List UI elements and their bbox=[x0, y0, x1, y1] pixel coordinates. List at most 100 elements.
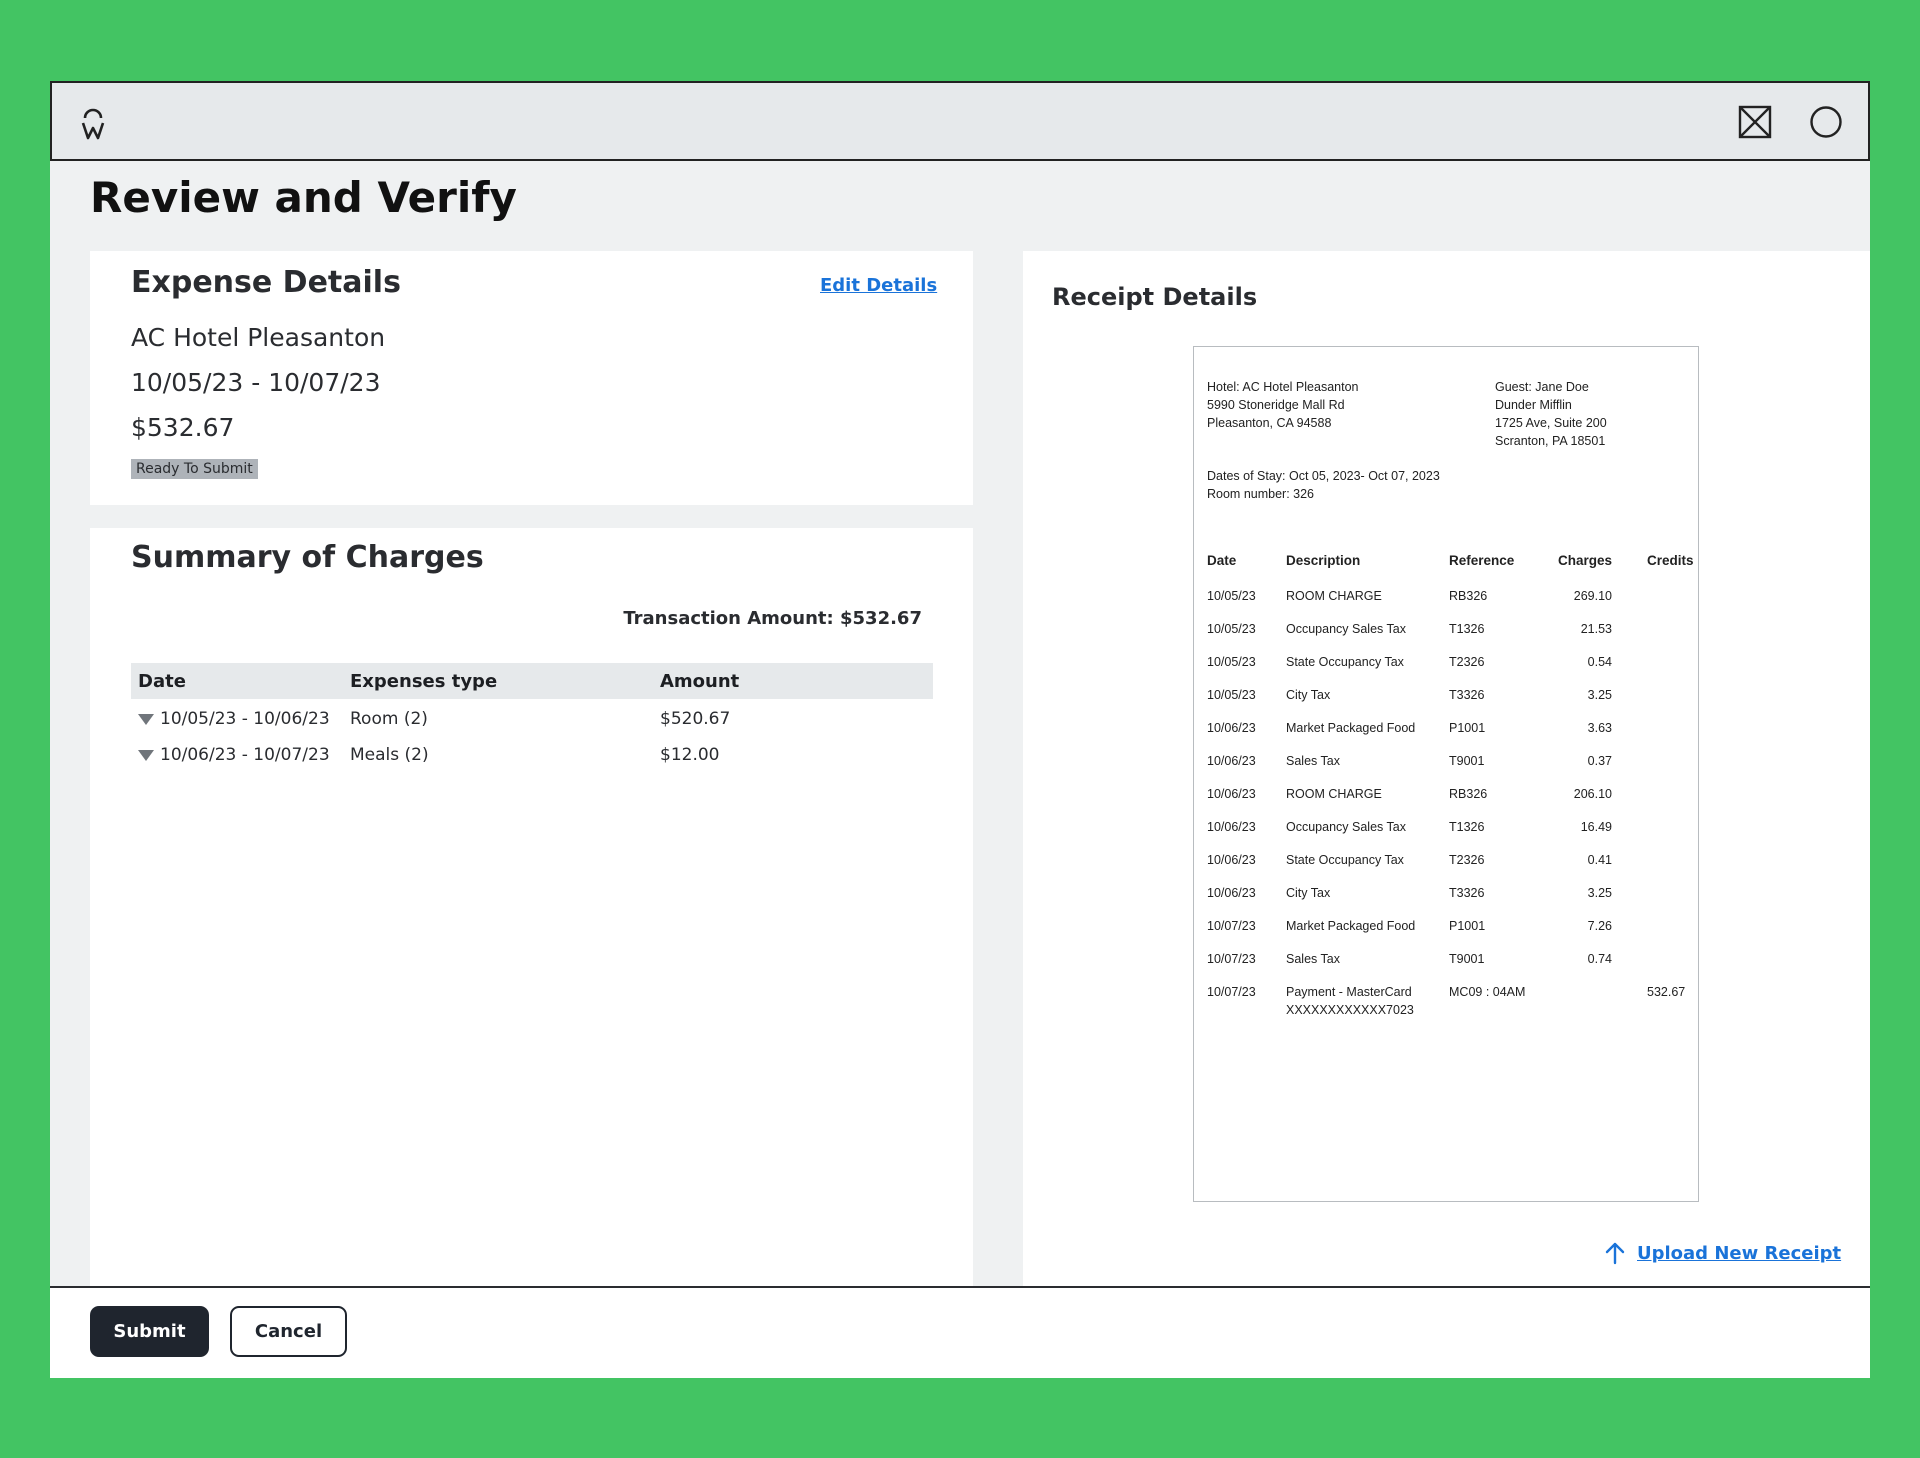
receipt-ref: RB326 bbox=[1449, 589, 1488, 603]
receipt-ref: T3326 bbox=[1449, 886, 1485, 900]
receipt-row: 10/07/23 Market Packaged Food P1001 7.26 bbox=[1207, 917, 1687, 947]
receipt-date: 10/07/23 bbox=[1207, 919, 1256, 933]
summary-table-header: Date Expenses type Amount bbox=[131, 663, 933, 699]
guest-line: Guest: Jane Doe bbox=[1495, 380, 1589, 394]
expense-amount: $532.67 bbox=[131, 413, 235, 442]
receipt-document: Hotel: AC Hotel Pleasanton 5990 Stonerid… bbox=[1193, 346, 1699, 1202]
receipt-ref: T2326 bbox=[1449, 655, 1485, 669]
expand-caret-icon[interactable] bbox=[138, 714, 154, 725]
title-bar bbox=[50, 81, 1870, 161]
receipt-col-credits: Credits bbox=[1647, 553, 1694, 568]
receipt-charges: 0.37 bbox=[1587, 754, 1612, 768]
guest-line: 1725 Ave, Suite 200 bbox=[1495, 416, 1607, 430]
receipt-desc: State Occupancy Tax bbox=[1286, 655, 1404, 669]
circle-icon[interactable] bbox=[1809, 105, 1843, 139]
receipt-date: 10/05/23 bbox=[1207, 655, 1256, 669]
expense-details-heading: Expense Details bbox=[131, 265, 401, 300]
receipt-ref: T3326 bbox=[1449, 688, 1485, 702]
row-amount: $12.00 bbox=[660, 745, 720, 765]
guest-line: Scranton, PA 18501 bbox=[1495, 434, 1606, 448]
receipt-date: 10/05/23 bbox=[1207, 688, 1256, 702]
receipt-charges: 3.25 bbox=[1587, 886, 1612, 900]
receipt-row: 10/06/23 State Occupancy Tax T2326 0.41 bbox=[1207, 851, 1687, 881]
receipt-row: 10/07/23 Sales Tax T9001 0.74 bbox=[1207, 950, 1687, 980]
stay-line: Room number: 326 bbox=[1207, 487, 1315, 501]
upload-receipt-link[interactable]: Upload New Receipt bbox=[1603, 1241, 1841, 1265]
row-type: Meals (2) bbox=[350, 745, 429, 765]
receipt-row: 10/06/23 Occupancy Sales Tax T1326 16.49 bbox=[1207, 818, 1687, 848]
upload-receipt-label[interactable]: Upload New Receipt bbox=[1637, 1243, 1841, 1264]
receipt-date: 10/05/23 bbox=[1207, 589, 1256, 603]
table-row[interactable]: 10/06/23 - 10/07/23 Meals (2) $12.00 bbox=[131, 737, 933, 773]
col-header-expenses-type: Expenses type bbox=[350, 671, 498, 692]
receipt-row: 10/07/23 Payment - MasterCard XXXXXXXXXX… bbox=[1207, 983, 1687, 1023]
receipt-desc: Occupancy Sales Tax bbox=[1286, 622, 1406, 636]
receipt-desc: State Occupancy Tax bbox=[1286, 853, 1404, 867]
receipt-details-heading: Receipt Details bbox=[1052, 283, 1258, 311]
receipt-desc: City Tax bbox=[1286, 886, 1331, 900]
receipt-date: 10/06/23 bbox=[1207, 853, 1256, 867]
w-logo-icon bbox=[81, 108, 105, 140]
receipt-desc: Market Packaged Food bbox=[1286, 721, 1416, 735]
arrow-up-icon bbox=[1605, 1242, 1625, 1265]
hotel-line: Pleasanton, CA 94588 bbox=[1207, 416, 1332, 430]
receipt-date: 10/06/23 bbox=[1207, 754, 1256, 768]
receipt-row: 10/05/23 Occupancy Sales Tax T1326 21.53 bbox=[1207, 620, 1687, 650]
hotel-line: 5990 Stoneridge Mall Rd bbox=[1207, 398, 1345, 412]
receipt-desc: City Tax bbox=[1286, 688, 1331, 702]
receipt-charges: 7.26 bbox=[1587, 919, 1612, 933]
expand-caret-icon[interactable] bbox=[138, 750, 154, 761]
receipt-ref: P1001 bbox=[1449, 721, 1486, 735]
guest-line: Dunder Mifflin bbox=[1495, 398, 1572, 412]
col-header-amount: Amount bbox=[660, 671, 740, 692]
receipt-col-charges: Charges bbox=[1557, 553, 1612, 568]
receipt-desc: Payment - MasterCard bbox=[1286, 985, 1412, 999]
receipt-charges: 0.41 bbox=[1587, 853, 1612, 867]
receipt-date: 10/06/23 bbox=[1207, 787, 1256, 801]
edit-details-link[interactable]: Edit Details bbox=[820, 275, 937, 296]
receipt-charges: 21.53 bbox=[1580, 622, 1612, 636]
guest-address: Guest: Jane Doe Dunder Mifflin 1725 Ave,… bbox=[1495, 378, 1607, 450]
receipt-date: 10/06/23 bbox=[1207, 721, 1256, 735]
receipt-date: 10/06/23 bbox=[1207, 886, 1256, 900]
cancel-button[interactable]: Cancel bbox=[230, 1306, 347, 1357]
receipt-row: 10/06/23 City Tax T3326 3.25 bbox=[1207, 884, 1687, 914]
expense-details-card: Expense Details Edit Details AC Hotel Pl… bbox=[90, 251, 973, 505]
receipt-charges: 16.49 bbox=[1580, 820, 1612, 834]
receipt-charges: 0.74 bbox=[1587, 952, 1612, 966]
table-row[interactable]: 10/05/23 - 10/06/23 Room (2) $520.67 bbox=[131, 701, 933, 737]
stay-info: Dates of Stay: Oct 05, 2023- Oct 07, 202… bbox=[1207, 467, 1440, 503]
submit-button[interactable]: Submit bbox=[90, 1306, 209, 1357]
receipt-row: 10/05/23 City Tax T3326 3.25 bbox=[1207, 686, 1687, 716]
summary-card: Summary of Charges Transaction Amount: $… bbox=[90, 528, 973, 1298]
receipt-ref: T1326 bbox=[1449, 820, 1485, 834]
receipt-row: 10/06/23 Sales Tax T9001 0.37 bbox=[1207, 752, 1687, 782]
receipt-ref: T2326 bbox=[1449, 853, 1485, 867]
row-amount: $520.67 bbox=[660, 709, 731, 729]
receipt-row: 10/06/23 ROOM CHARGE RB326 206.10 bbox=[1207, 785, 1687, 815]
receipt-desc: Occupancy Sales Tax bbox=[1286, 820, 1406, 834]
receipt-charges: 0.54 bbox=[1587, 655, 1612, 669]
app-window: Review and Verify Expense Details Edit D… bbox=[50, 81, 1870, 1378]
receipt-charges: 269.10 bbox=[1573, 589, 1612, 603]
receipt-desc: ROOM CHARGE bbox=[1286, 589, 1382, 603]
receipt-charges: 3.63 bbox=[1587, 721, 1612, 735]
receipt-col-date: Date bbox=[1207, 553, 1237, 568]
receipt-ref: T1326 bbox=[1449, 622, 1485, 636]
hotel-line: Hotel: AC Hotel Pleasanton bbox=[1207, 380, 1359, 394]
col-header-date: Date bbox=[138, 671, 186, 692]
receipt-desc: Market Packaged Food bbox=[1286, 919, 1416, 933]
row-type: Room (2) bbox=[350, 709, 428, 729]
receipt-row: 10/05/23 ROOM CHARGE RB326 269.10 bbox=[1207, 587, 1687, 617]
expense-dates: 10/05/23 - 10/07/23 bbox=[131, 368, 381, 397]
row-date: 10/06/23 - 10/07/23 bbox=[160, 745, 330, 765]
receipt-charges: 3.25 bbox=[1587, 688, 1612, 702]
receipt-row: 10/06/23 Market Packaged Food P1001 3.63 bbox=[1207, 719, 1687, 749]
receipt-ref: P1001 bbox=[1449, 919, 1486, 933]
receipt-ref: RB326 bbox=[1449, 787, 1488, 801]
receipt-date: 10/07/23 bbox=[1207, 952, 1256, 966]
close-box-icon[interactable] bbox=[1738, 105, 1772, 139]
summary-heading: Summary of Charges bbox=[131, 540, 484, 575]
receipt-ref: T9001 bbox=[1449, 952, 1485, 966]
receipt-date: 10/06/23 bbox=[1207, 820, 1256, 834]
